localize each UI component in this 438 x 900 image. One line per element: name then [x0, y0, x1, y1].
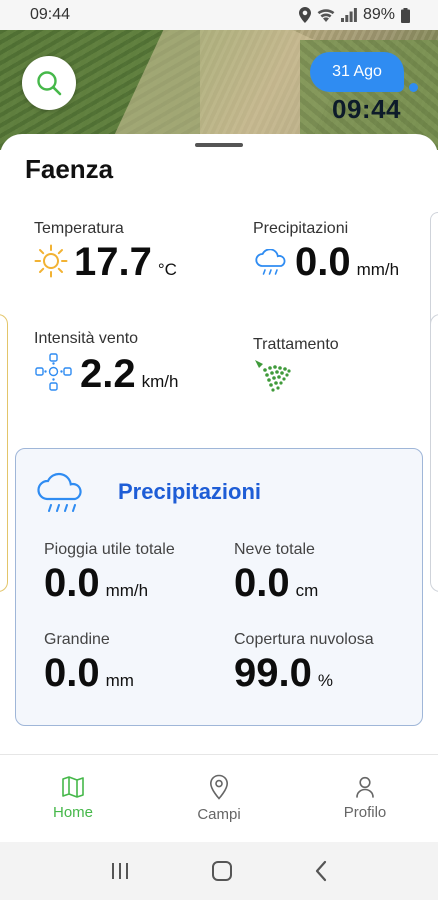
- cloud-cover-label: Copertura nuvolosa: [234, 631, 374, 648]
- hail-value: 0.0: [44, 651, 100, 695]
- wifi-status-icon: [317, 9, 335, 22]
- cloud-cover-unit: %: [317, 671, 333, 690]
- cloud-cover-value: 99.0: [234, 651, 312, 695]
- nav-item-campi[interactable]: Campi: [146, 755, 292, 842]
- precipitation-stat: Precipitazioni 0.0 mm/h: [253, 220, 399, 282]
- rain-cloud-icon: [255, 249, 286, 275]
- nav-item-home[interactable]: Home: [0, 755, 146, 842]
- nav-item-profilo[interactable]: Profilo: [292, 755, 438, 842]
- spray-icon: [255, 360, 291, 392]
- wind-label: Intensità vento: [34, 330, 139, 347]
- wind-icon: [35, 353, 72, 391]
- sun-icon: [34, 244, 68, 278]
- rain-total-unit: mm/h: [105, 581, 149, 600]
- nav-label-campi: Campi: [197, 806, 241, 823]
- back-icon[interactable]: [314, 860, 328, 882]
- temperature-unit: °C: [157, 260, 177, 279]
- precipitation-card-title: Precipitazioni: [118, 479, 262, 504]
- snow-total-label: Neve totale: [234, 541, 315, 558]
- treatment-stat: Trattamento: [253, 336, 339, 403]
- hail-label: Grandine: [44, 631, 110, 648]
- precipitation-detail-card[interactable]: Precipitazioni Pioggia utile totale 0.0 …: [15, 448, 423, 726]
- cloud-cover-stat: Copertura nuvolosa 99.0 %: [234, 631, 374, 693]
- recent-apps-icon[interactable]: [110, 862, 130, 880]
- temperature-value: 17.7: [74, 240, 152, 284]
- status-time: 09:44: [30, 6, 71, 23]
- rain-total-stat: Pioggia utile totale 0.0 mm/h: [44, 541, 175, 603]
- snow-total-stat: Neve totale 0.0 cm: [234, 541, 318, 603]
- user-icon: [356, 776, 374, 798]
- wind-value: 2.2: [80, 352, 136, 396]
- rain-total-label: Pioggia utile totale: [44, 541, 175, 558]
- wind-unit: km/h: [141, 372, 179, 391]
- temperature-label: Temperatura: [34, 220, 124, 237]
- snow-total-unit: cm: [295, 581, 319, 600]
- location-pin-icon: [209, 774, 229, 800]
- nav-label-profilo: Profilo: [343, 804, 387, 821]
- battery-percent: 89%: [362, 6, 395, 23]
- temperature-stat: Temperatura 17.7 °C: [34, 220, 177, 282]
- precipitation-label: Precipitazioni: [253, 220, 349, 237]
- home-system-icon[interactable]: [211, 860, 233, 882]
- battery-icon: [401, 7, 410, 23]
- sheet-drag-handle[interactable]: [195, 143, 243, 147]
- precipitation-value: 0.0: [295, 240, 351, 284]
- date-indicator-dot: [409, 83, 418, 92]
- snow-total-value: 0.0: [234, 561, 290, 605]
- treatment-label: Trattamento: [253, 336, 339, 353]
- status-icons: 89%: [298, 6, 410, 24]
- current-time: 09:44: [332, 94, 401, 124]
- precipitation-unit: mm/h: [356, 260, 400, 279]
- prev-card-peek[interactable]: [0, 314, 8, 592]
- rain-total-value: 0.0: [44, 561, 100, 605]
- location-status-icon: [298, 7, 311, 23]
- location-title: Faenza: [25, 154, 114, 184]
- hail-unit: mm: [105, 671, 134, 690]
- map-icon: [62, 776, 84, 798]
- search-icon: [37, 71, 62, 96]
- bottom-navigation: Home Campi Profilo: [0, 754, 438, 842]
- nav-label-home: Home: [52, 804, 93, 821]
- rain-cloud-icon: [37, 472, 82, 512]
- weather-summary-card[interactable]: Temperatura 17.7 °C Precipitazioni 0.0 m…: [0, 202, 438, 394]
- signal-status-icon: [340, 8, 357, 22]
- status-bar: 09:44 89%: [0, 0, 438, 30]
- system-navigation-bar: [0, 842, 438, 900]
- hail-stat: Grandine 0.0 mm: [44, 631, 134, 693]
- search-button[interactable]: [22, 56, 76, 110]
- date-badge[interactable]: 31 Ago: [310, 52, 404, 92]
- next-card-peek[interactable]: [430, 314, 438, 592]
- wind-stat: Intensità vento 2.2 km/h: [34, 330, 178, 394]
